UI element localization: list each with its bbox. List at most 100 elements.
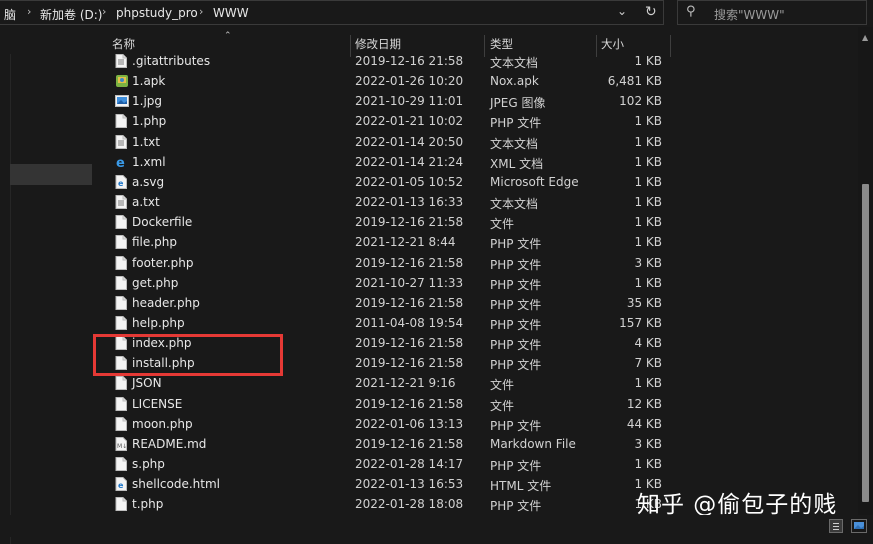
blank-file-icon — [115, 275, 127, 290]
file-row[interactable]: a.txt 2022-01-13 16:33 文本文档 1 KB — [92, 192, 682, 212]
breadcrumb-item[interactable]: WWW — [213, 6, 249, 20]
file-row[interactable]: 1.txt 2022-01-14 20:50 文本文档 1 KB — [92, 132, 682, 152]
file-size: 6,481 KB — [607, 74, 662, 89]
file-size: 1 KB — [634, 54, 662, 68]
column-header-date[interactable]: 修改日期 — [355, 36, 401, 52]
file-row[interactable]: JSON 2021-12-21 9:16 文件 1 KB — [92, 373, 682, 393]
file-size: 1 KB — [634, 235, 662, 250]
refresh-icon[interactable]: ↻ — [645, 4, 657, 20]
svg-text:e: e — [118, 179, 124, 188]
search-box[interactable]: ⚲ 搜索"WWW" — [677, 0, 867, 25]
file-date: 2021-10-29 11:01 — [355, 94, 464, 109]
blank-file-icon — [115, 295, 127, 310]
file-name: 1.jpg — [132, 94, 163, 109]
file-row[interactable]: 1.jpg 2021-10-29 11:01 JPEG 图像 102 KB — [92, 91, 682, 111]
text-file-icon — [115, 195, 127, 210]
file-row[interactable]: moon.php 2022-01-06 13:13 PHP 文件 44 KB — [92, 414, 682, 434]
file-date: 2022-01-14 20:50 — [355, 134, 464, 149]
file-type: Microsoft Edge — [490, 174, 579, 189]
highlight-box — [93, 334, 283, 376]
file-date: 2021-10-27 11:33 — [355, 275, 464, 290]
file-row[interactable]: 1.php 2022-01-21 10:02 PHP 文件 1 KB — [92, 111, 682, 131]
watermark: 知乎 @偷包子的贱 — [637, 492, 838, 518]
tiles-view-icon[interactable] — [851, 519, 867, 533]
file-date: 2022-01-05 10:52 — [355, 174, 464, 189]
text-file-icon — [115, 54, 127, 68]
search-placeholder: 搜索"WWW" — [714, 8, 785, 22]
file-size: 1 KB — [634, 457, 662, 471]
file-type: PHP 文件 — [490, 297, 542, 312]
nav-selected-item[interactable] — [10, 164, 92, 185]
file-name: README.md — [132, 436, 207, 451]
scroll-up-icon[interactable]: ▲ — [862, 33, 868, 42]
svg-text:e: e — [116, 156, 125, 169]
blank-file-icon — [115, 416, 127, 431]
address-bar[interactable]: 脑 › 新加卷 (D:) › phpstudy_pro › WWW ⌄ ↻ — [0, 0, 664, 25]
scrollbar-thumb[interactable] — [862, 184, 869, 502]
breadcrumb-item[interactable]: 脑 — [4, 6, 16, 23]
file-list[interactable]: ⌃ 名称 修改日期 类型 大小 .gitattributes 2019-12-16… — [92, 27, 858, 515]
file-size: 1 KB — [634, 376, 662, 391]
file-row[interactable]: header.php 2019-12-16 21:58 PHP 文件 35 KB — [92, 293, 682, 313]
blank-file-icon — [115, 215, 127, 230]
search-icon: ⚲ — [686, 4, 696, 19]
file-type: 文本文档 — [490, 136, 539, 151]
breadcrumb-item[interactable]: 新加卷 (D:) — [40, 6, 102, 23]
file-size: 1 KB — [634, 215, 662, 230]
sort-ascending-icon: ⌃ — [224, 31, 232, 41]
file-row[interactable]: e a.svg 2022-01-05 10:52 Microsoft Edge 1 KB — [92, 172, 682, 192]
chevron-right-icon[interactable]: › — [27, 5, 31, 18]
markdown-file-icon: M↓ — [115, 436, 127, 451]
file-date: 2019-12-16 21:58 — [355, 54, 464, 68]
column-header-name[interactable]: 名称 — [112, 36, 135, 52]
file-name: a.svg — [132, 174, 165, 189]
chevron-right-icon[interactable]: › — [102, 5, 106, 18]
column-header-size[interactable]: 大小 — [601, 36, 624, 52]
file-type: 文件 — [490, 378, 515, 393]
file-row[interactable]: .gitattributes 2019-12-16 21:58 文本文档 1 KB — [92, 51, 682, 71]
file-size: 44 KB — [626, 416, 662, 431]
file-name: 1.apk — [132, 74, 166, 89]
file-size: 3 KB — [634, 436, 662, 451]
file-date: 2019-12-16 21:58 — [355, 436, 464, 451]
image-file-icon — [115, 94, 129, 108]
file-row[interactable]: get.php 2021-10-27 11:33 PHP 文件 1 KB — [92, 273, 682, 293]
file-row[interactable]: e 1.xml 2022-01-14 21:24 XML 文档 1 KB — [92, 152, 682, 172]
file-name: t.php — [132, 497, 164, 512]
file-row[interactable]: file.php 2021-12-21 8:44 PHP 文件 1 KB — [92, 232, 682, 252]
file-type: PHP 文件 — [490, 237, 542, 252]
file-size: 12 KB — [626, 396, 662, 411]
file-row[interactable]: e shellcode.html 2022-01-13 16:53 HTML 文件 1 … — [92, 474, 682, 494]
file-date: 2019-12-16 21:58 — [355, 336, 464, 351]
file-row[interactable]: LICENSE 2019-12-16 21:58 文件 12 KB — [92, 394, 682, 414]
file-date: 2021-12-21 8:44 — [355, 235, 456, 250]
file-name: footer.php — [132, 255, 194, 270]
file-type: 文件 — [490, 398, 515, 413]
file-size: 1 KB — [634, 195, 662, 210]
file-type: PHP 文件 — [490, 459, 542, 473]
blank-file-icon — [115, 114, 127, 129]
file-row[interactable]: t.php 2022-01-28 18:08 PHP 文件 1 KB — [92, 494, 682, 514]
file-size: 7 KB — [634, 356, 662, 371]
column-header-type[interactable]: 类型 — [490, 36, 513, 52]
file-row[interactable]: help.php 2011-04-08 19:54 PHP 文件 157 KB — [92, 313, 682, 333]
file-date: 2022-01-14 21:24 — [355, 154, 464, 169]
ie-file-icon: e — [115, 155, 127, 171]
file-row[interactable]: Dockerfile 2019-12-16 21:58 文件 1 KB — [92, 212, 682, 232]
vertical-scrollbar[interactable]: ▲ — [858, 27, 873, 515]
file-row[interactable]: 1.apk 2022-01-26 10:20 Nox.apk 6,481 KB — [92, 71, 682, 91]
file-row[interactable]: M↓ README.md 2019-12-16 21:58 Markdown File… — [92, 434, 682, 454]
chevron-right-icon[interactable]: › — [199, 5, 203, 18]
blank-file-icon — [115, 255, 127, 270]
breadcrumb-item[interactable]: phpstudy_pro — [116, 6, 198, 20]
file-type: PHP 文件 — [490, 418, 542, 433]
navigation-pane[interactable] — [0, 27, 92, 544]
file-row[interactable]: s.php 2022-01-28 14:17 PHP 文件 1 KB — [92, 454, 682, 474]
file-row[interactable]: footer.php 2019-12-16 21:58 PHP 文件 3 KB — [92, 253, 682, 273]
file-name: 1.php — [132, 114, 167, 129]
file-name: .gitattributes — [132, 54, 211, 68]
chevron-down-icon[interactable]: ⌄ — [617, 4, 627, 18]
file-type: 文本文档 — [490, 197, 539, 212]
file-date: 2022-01-28 18:08 — [355, 497, 464, 512]
details-view-icon[interactable] — [829, 519, 843, 533]
